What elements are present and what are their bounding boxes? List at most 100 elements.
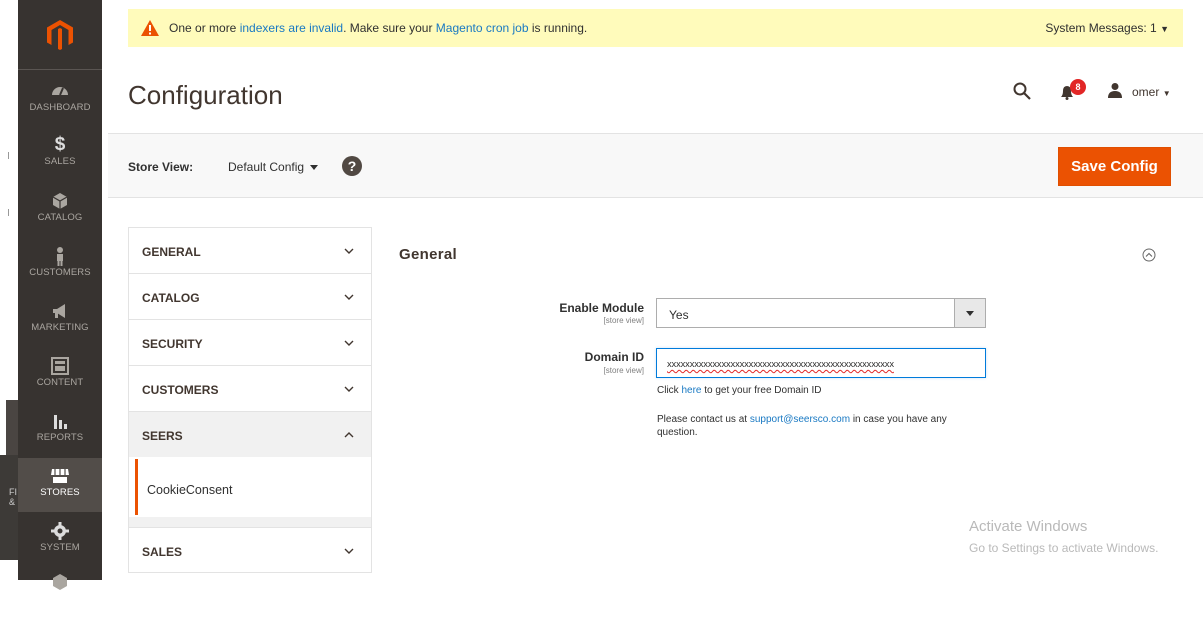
nav-label: SYSTEM — [40, 542, 80, 553]
nav-system[interactable]: SYSTEM — [18, 513, 102, 567]
scope-label: [store view] — [603, 366, 644, 375]
dollar-icon: $ — [54, 134, 66, 155]
tab-item-label: CookieConsent — [147, 483, 233, 497]
support-note: Please contact us at support@seersco.com… — [657, 413, 987, 439]
megaphone-icon — [53, 304, 65, 318]
person-icon — [57, 247, 63, 266]
nav-content[interactable]: CONTENT — [18, 348, 102, 402]
nav-marketing[interactable]: MARKETING — [18, 293, 102, 347]
chevron-down-icon[interactable] — [310, 165, 318, 170]
magento-logo[interactable] — [18, 0, 102, 70]
tab-sales[interactable]: SALES — [128, 527, 372, 573]
chevron-down-icon — [344, 386, 354, 392]
section-title[interactable]: General — [399, 246, 457, 263]
nav-dashboard[interactable]: DASHBOARD — [18, 73, 102, 127]
tab-label: CUSTOMERS — [142, 383, 219, 397]
support-email-link[interactable]: support@seersco.com — [750, 414, 850, 425]
left-edge-strip: FI & — [0, 0, 18, 580]
tab-customers[interactable]: CUSTOMERS — [128, 365, 372, 411]
bar-chart-icon — [54, 415, 67, 429]
tab-label: SALES — [142, 545, 183, 559]
system-message-bar: One or more indexers are invalid. Make s… — [128, 9, 1183, 47]
tab-item-cookieconsent[interactable]: CookieConsent — [128, 457, 372, 517]
gauge-icon — [52, 87, 68, 96]
get-domain-id-link[interactable]: here — [681, 385, 701, 396]
nav-catalog[interactable]: CATALOG — [18, 183, 102, 237]
domain-id-input[interactable]: xxxxxxxxxxxxxxxxxxxxxxxxxxxxxxxxxxxxxxxx… — [656, 348, 986, 378]
tab-label: CATALOG — [142, 291, 200, 305]
nav-stores[interactable]: STORES — [18, 458, 102, 512]
tab-label: GENERAL — [142, 245, 201, 259]
magento-logo-icon — [47, 19, 73, 50]
gear-icon — [51, 522, 69, 540]
note-text: Please contact us at — [657, 414, 750, 425]
note-text: to get your free Domain ID — [701, 385, 822, 396]
enable-module-label: Enable Module — [559, 301, 644, 315]
system-message-text: One or more indexers are invalid. Make s… — [169, 21, 587, 35]
cron-job-link[interactable]: Magento cron job — [436, 21, 529, 35]
edge-text: FI & — [9, 487, 17, 507]
edge-panel — [0, 455, 18, 560]
nav-sales[interactable]: $ SALES — [18, 128, 102, 182]
warning-icon — [141, 20, 159, 36]
input-value: xxxxxxxxxxxxxxxxxxxxxxxxxxxxxxxxxxxxxxxx… — [667, 358, 894, 369]
help-icon[interactable]: ? — [342, 156, 362, 176]
chevron-up-icon — [344, 432, 354, 438]
system-messages-toggle[interactable]: System Messages: 1 ▼ — [1045, 21, 1169, 35]
storefront-icon — [51, 469, 69, 483]
tab-general[interactable]: GENERAL — [128, 227, 372, 273]
nav-label: STORES — [40, 487, 80, 498]
tab-label: SEERS — [142, 429, 183, 443]
dropdown-arrow-icon[interactable] — [954, 299, 985, 327]
store-view-switcher[interactable]: Default Config — [228, 160, 304, 174]
notifications-badge[interactable]: 8 — [1070, 79, 1086, 95]
tab-security[interactable]: SECURITY — [128, 319, 372, 365]
message-part: One or more — [169, 21, 240, 35]
chevron-down-icon: ▼ — [1160, 24, 1169, 34]
edge-panel — [6, 400, 18, 455]
nav-label: REPORTS — [36, 432, 84, 443]
admin-sidebar: DASHBOARD $ SALES CATALOG CUSTOMERS MARK… — [18, 0, 102, 590]
windows-activation-subtitle: Go to Settings to activate Windows. — [969, 541, 1159, 555]
domain-id-label: Domain ID — [584, 350, 644, 364]
message-part: . Make sure your — [343, 21, 436, 35]
tab-spacer — [128, 517, 372, 527]
nav-label: MARKETING — [31, 322, 89, 333]
message-part: is running. — [528, 21, 588, 35]
chevron-down-icon: ▼ — [1162, 89, 1171, 98]
indexers-link[interactable]: indexers are invalid — [240, 21, 343, 35]
extension-icon — [53, 574, 67, 590]
user-menu[interactable]: omer ▼ — [1132, 85, 1171, 99]
select-value: Yes — [669, 308, 689, 322]
edge-tick — [8, 209, 9, 216]
config-tabs: GENERAL CATALOG SECURITY CUSTOMERS SEERS… — [128, 227, 372, 573]
collapse-section-icon[interactable] — [1142, 248, 1156, 262]
note-text: Click — [657, 385, 682, 396]
enable-module-select[interactable]: Yes — [656, 298, 986, 328]
nav-reports[interactable]: REPORTS — [18, 403, 102, 457]
nav-label: CATALOG — [37, 212, 83, 223]
nav-label: CUSTOMERS — [29, 267, 91, 278]
windows-activation-title: Activate Windows — [969, 518, 1088, 535]
tab-label: SECURITY — [142, 337, 203, 351]
nav-label: DASHBOARD — [29, 102, 91, 113]
search-icon[interactable] — [1013, 82, 1031, 100]
username: omer — [1132, 85, 1160, 99]
chevron-down-icon — [344, 248, 354, 254]
nav-customers[interactable]: CUSTOMERS — [18, 238, 102, 292]
store-view-label: Store View: — [128, 160, 194, 174]
store-view-bar: Store View: Default Config ? Save Config — [108, 133, 1203, 198]
tab-seers[interactable]: SEERS — [128, 411, 372, 457]
page-title: Configuration — [128, 80, 283, 110]
edge-tick — [8, 152, 9, 159]
nav-label: CONTENT — [36, 377, 84, 388]
chevron-down-icon — [344, 340, 354, 346]
nav-label: SALES — [44, 156, 76, 167]
domain-id-note: Click here to get your free Domain ID — [657, 384, 987, 397]
tab-catalog[interactable]: CATALOG — [128, 273, 372, 319]
user-icon[interactable] — [1107, 82, 1123, 98]
chevron-down-icon — [344, 294, 354, 300]
scope-label: [store view] — [603, 316, 644, 325]
nav-more[interactable] — [18, 570, 102, 624]
save-config-button[interactable]: Save Config — [1058, 147, 1171, 186]
